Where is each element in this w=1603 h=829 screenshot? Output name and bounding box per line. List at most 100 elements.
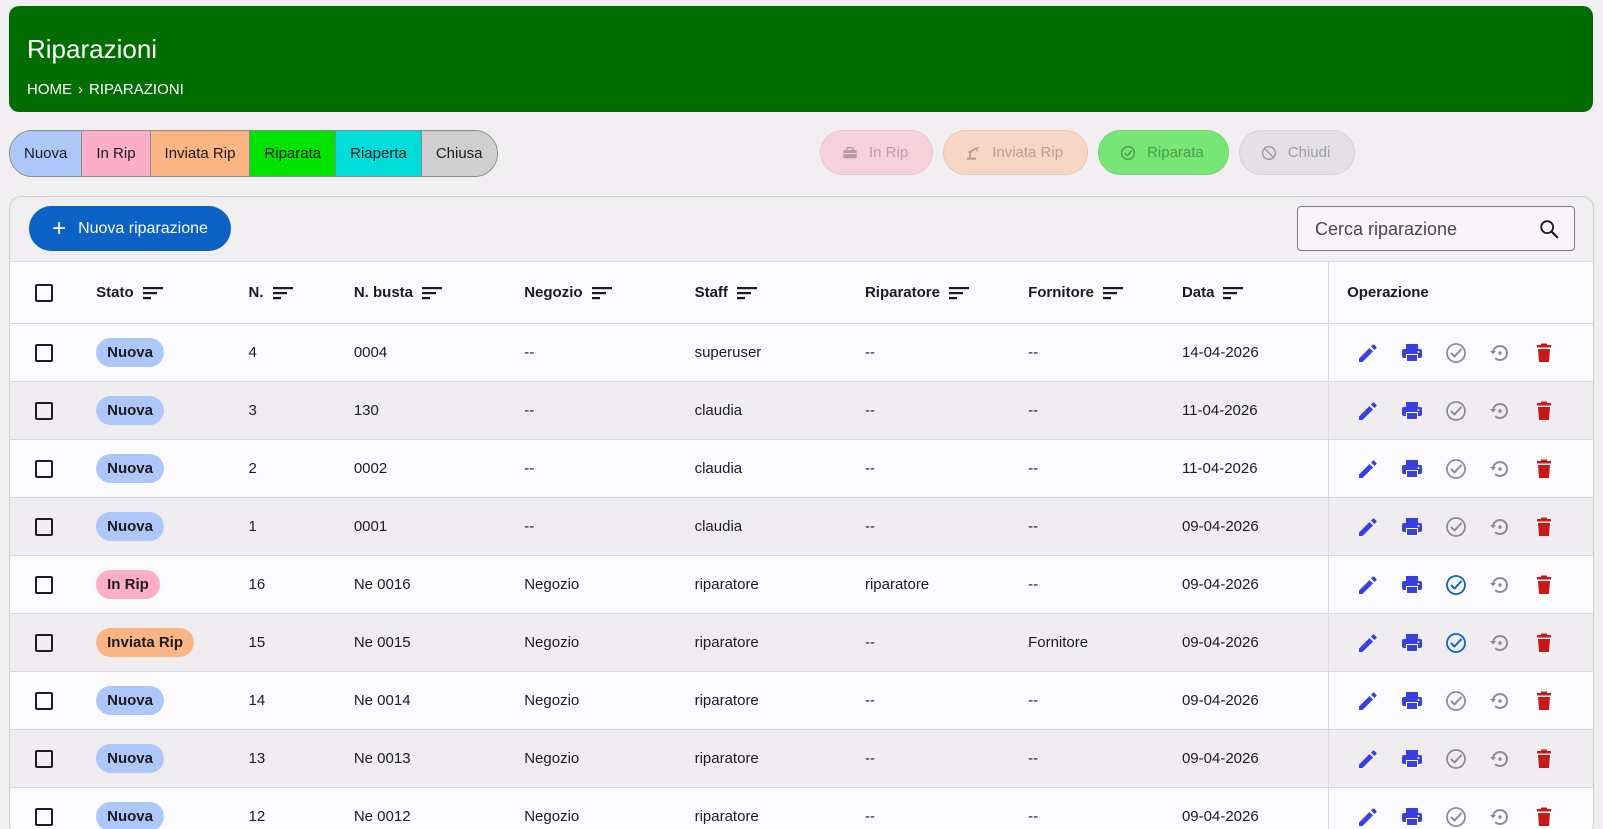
column-header-stato[interactable]: Stato xyxy=(78,262,248,324)
check-circle-icon[interactable] xyxy=(1444,457,1468,481)
cell-fornitore: Fornitore xyxy=(1028,634,1089,651)
sort-icon[interactable] xyxy=(948,285,970,301)
table-row[interactable]: Nuova 12 Ne 0012 Negozio riparatore -- -- 09-04… xyxy=(10,787,1593,829)
edit-icon[interactable] xyxy=(1356,689,1380,713)
print-icon[interactable] xyxy=(1400,399,1424,423)
row-checkbox[interactable] xyxy=(35,401,53,420)
check-circle-icon[interactable] xyxy=(1444,747,1468,771)
legend-chip-in-rip[interactable]: In Rip xyxy=(82,131,151,176)
sort-icon[interactable] xyxy=(1102,285,1124,301)
table-row[interactable]: Nuova 13 Ne 0013 Negozio riparatore -- -- 09-04… xyxy=(10,729,1593,788)
row-checkbox[interactable] xyxy=(35,633,53,652)
column-header-content: Riparatore xyxy=(865,284,1028,301)
legend-chip-nuova[interactable]: Nuova xyxy=(10,131,83,176)
delete-icon[interactable] xyxy=(1532,805,1556,829)
check-circle-icon[interactable] xyxy=(1444,631,1468,655)
delete-icon[interactable] xyxy=(1532,747,1556,771)
restore-icon[interactable] xyxy=(1488,573,1512,597)
table-row[interactable]: Nuova 14 Ne 0014 Negozio riparatore -- -- 09-04… xyxy=(10,671,1593,730)
print-icon[interactable] xyxy=(1400,689,1424,713)
sort-icon[interactable] xyxy=(421,285,443,301)
edit-icon[interactable] xyxy=(1356,747,1380,771)
column-header-n[interactable]: N. xyxy=(249,262,354,324)
row-checkbox[interactable] xyxy=(35,575,53,594)
edit-icon[interactable] xyxy=(1356,573,1380,597)
check-circle-icon[interactable] xyxy=(1444,399,1468,423)
sort-icon[interactable] xyxy=(591,285,613,301)
delete-icon[interactable] xyxy=(1532,399,1556,423)
check-circle-icon xyxy=(1119,144,1137,162)
delete-icon[interactable] xyxy=(1532,341,1556,365)
row-checkbox[interactable] xyxy=(35,517,53,536)
restore-icon[interactable] xyxy=(1488,457,1512,481)
legend-chip-chiusa[interactable]: Chiusa xyxy=(421,131,497,176)
bulk-in-rip-button[interactable]: In Rip xyxy=(820,130,934,175)
check-circle-icon[interactable] xyxy=(1444,341,1468,365)
legend-chip-riparata[interactable]: Riparata xyxy=(250,131,337,176)
print-icon[interactable] xyxy=(1400,573,1424,597)
check-circle-icon[interactable] xyxy=(1444,515,1468,539)
table-row[interactable]: Nuova 1 0001 -- claudia -- -- 09-04-2026 xyxy=(10,497,1593,556)
bulk-inviata-rip-button[interactable]: Inviata Rip xyxy=(943,130,1089,175)
check-circle-icon[interactable] xyxy=(1444,573,1468,597)
print-icon[interactable] xyxy=(1400,805,1424,829)
table-row[interactable]: Nuova 4 0004 -- superuser -- -- 14-04-2026 xyxy=(10,323,1593,382)
edit-icon[interactable] xyxy=(1356,399,1380,423)
legend-chip-inviata-rip[interactable]: Inviata Rip xyxy=(150,131,251,176)
row-checkbox[interactable] xyxy=(35,691,53,710)
row-actions xyxy=(1329,747,1593,771)
column-header-n-busta[interactable]: N. busta xyxy=(354,262,524,324)
restore-icon[interactable] xyxy=(1488,341,1512,365)
select-all-checkbox[interactable] xyxy=(35,283,53,302)
column-header-staff[interactable]: Staff xyxy=(695,262,865,324)
delete-icon[interactable] xyxy=(1532,631,1556,655)
row-checkbox[interactable] xyxy=(35,343,53,362)
search-icon[interactable] xyxy=(1538,218,1560,240)
delete-icon[interactable] xyxy=(1532,689,1556,713)
restore-icon[interactable] xyxy=(1488,631,1512,655)
print-icon[interactable] xyxy=(1400,457,1424,481)
column-header-fornitore[interactable]: Fornitore xyxy=(1028,262,1182,324)
sort-icon[interactable] xyxy=(736,285,758,301)
sort-icon[interactable] xyxy=(1222,285,1244,301)
restore-icon[interactable] xyxy=(1488,805,1512,829)
edit-icon[interactable] xyxy=(1356,631,1380,655)
print-icon[interactable] xyxy=(1400,341,1424,365)
table-row[interactable]: Nuova 2 0002 -- claudia -- -- 11-04-2026 xyxy=(10,439,1593,498)
edit-icon[interactable] xyxy=(1356,805,1380,829)
sort-icon[interactable] xyxy=(142,285,164,301)
row-checkbox[interactable] xyxy=(35,749,53,768)
delete-icon[interactable] xyxy=(1532,457,1556,481)
restore-icon[interactable] xyxy=(1488,689,1512,713)
row-checkbox[interactable] xyxy=(35,807,53,826)
legend-chip-riaperta[interactable]: Riaperta xyxy=(336,131,422,176)
restore-icon[interactable] xyxy=(1488,747,1512,771)
row-select-cell xyxy=(10,324,78,382)
print-icon[interactable] xyxy=(1400,515,1424,539)
delete-icon[interactable] xyxy=(1532,515,1556,539)
delete-icon[interactable] xyxy=(1532,573,1556,597)
column-header-riparatore[interactable]: Riparatore xyxy=(865,262,1028,324)
new-repair-button[interactable]: + Nuova riparazione xyxy=(29,206,231,251)
column-header-data[interactable]: Data xyxy=(1182,262,1329,324)
restore-icon[interactable] xyxy=(1488,399,1512,423)
sort-icon[interactable] xyxy=(272,285,294,301)
table-row[interactable]: Nuova 3 130 -- claudia -- -- 11-04-2026 xyxy=(10,381,1593,440)
print-icon[interactable] xyxy=(1400,747,1424,771)
restore-icon[interactable] xyxy=(1488,515,1512,539)
row-select-cell xyxy=(10,730,78,788)
search-input[interactable] xyxy=(1315,219,1535,240)
print-icon[interactable] xyxy=(1400,631,1424,655)
bulk-riparata-button[interactable]: Riparata xyxy=(1098,130,1229,175)
column-header-negozio[interactable]: Negozio xyxy=(524,262,694,324)
row-checkbox[interactable] xyxy=(35,459,53,478)
bulk-chiudi-button[interactable]: Chiudi xyxy=(1238,130,1356,175)
check-circle-icon[interactable] xyxy=(1444,689,1468,713)
table-row[interactable]: In Rip 16 Ne 0016 Negozio riparatore riparato… xyxy=(10,555,1593,614)
breadcrumb-home[interactable]: HOME xyxy=(27,81,72,98)
table-row[interactable]: Inviata Rip 15 Ne 0015 Negozio riparatore -- F… xyxy=(10,613,1593,672)
check-circle-icon[interactable] xyxy=(1444,805,1468,829)
edit-icon[interactable] xyxy=(1356,457,1380,481)
edit-icon[interactable] xyxy=(1356,515,1380,539)
edit-icon[interactable] xyxy=(1356,341,1380,365)
